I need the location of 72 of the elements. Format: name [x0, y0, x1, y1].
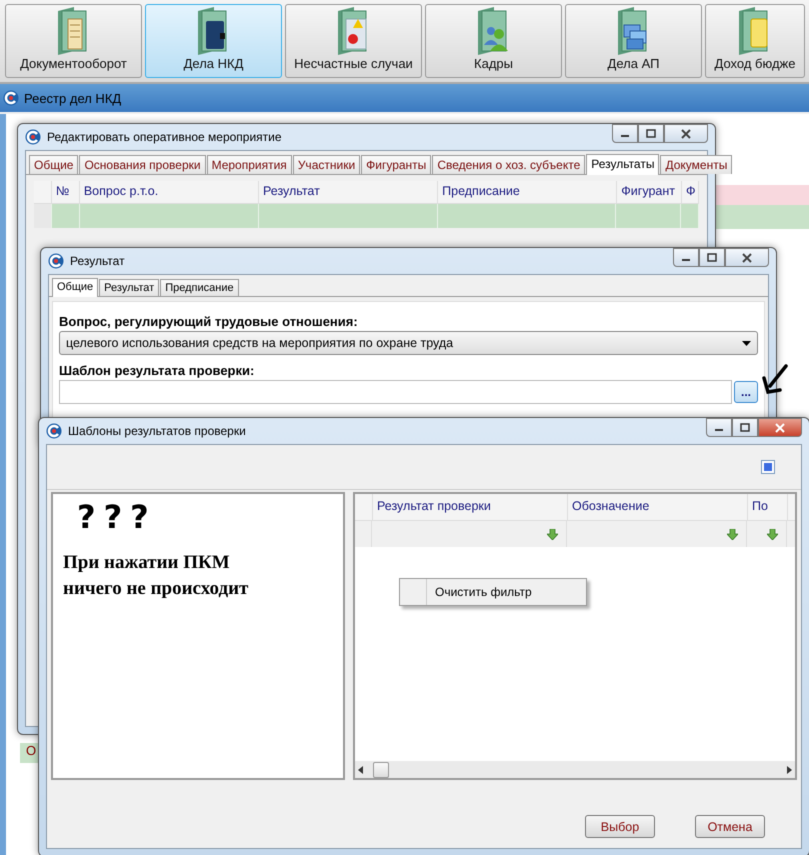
close-button[interactable] [664, 124, 708, 143]
column-header[interactable]: Предписание [438, 181, 618, 203]
dialog-button[interactable]: Выбор [585, 815, 655, 838]
tab[interactable]: Участники [292, 155, 360, 174]
field-label: Шаблон результата проверки: [59, 363, 256, 378]
column-header[interactable]: Результат проверки [373, 494, 568, 520]
tab[interactable]: Результат [99, 279, 160, 296]
close-icon [741, 252, 753, 262]
browse-button[interactable]: ... [734, 381, 758, 403]
tab[interactable]: Основания проверки [79, 155, 206, 174]
scroll-right-icon[interactable] [787, 766, 792, 774]
minimize-button[interactable] [612, 124, 638, 143]
window-title: Редактировать оперативное мероприятие [47, 130, 283, 144]
maximize-icon [706, 252, 718, 262]
maximize-icon [739, 422, 751, 432]
dialog-button[interactable]: Отмена [695, 815, 765, 838]
column-header[interactable]: По [748, 494, 788, 520]
question-marks: ??? [77, 498, 157, 536]
module-button[interactable]: Несчастные случаи [285, 4, 422, 78]
minimize-icon [682, 259, 690, 261]
logo-icon [48, 253, 64, 269]
window-title: Шаблоны результатов проверки [68, 424, 247, 438]
column-header[interactable]: Вопрос р.т.о. [80, 181, 259, 203]
square-icon[interactable] [761, 460, 775, 474]
tab[interactable]: Документы [660, 155, 732, 174]
tab[interactable]: Общие [52, 278, 98, 297]
minimize-button[interactable] [706, 418, 732, 437]
column-header[interactable]: Результат [258, 181, 438, 203]
tab[interactable]: Результаты [586, 154, 660, 175]
column-header[interactable]: Ф [682, 181, 699, 203]
tab[interactable]: Мероприятия [206, 155, 292, 174]
tab[interactable]: Сведения о хоз. субъекте [432, 155, 586, 174]
menu-item[interactable]: Очистить фильтр [427, 579, 586, 605]
minimize-icon [715, 429, 723, 431]
close-button[interactable] [758, 418, 802, 437]
maximize-button[interactable] [699, 248, 725, 267]
column-header[interactable]: Фигурант [617, 181, 682, 203]
note-text: ничего не происходит [63, 577, 248, 601]
arrow-down-icon[interactable] [547, 528, 558, 540]
scroll-thumb[interactable] [373, 762, 389, 778]
input-field[interactable] [59, 380, 732, 404]
minimize-icon [621, 135, 629, 137]
question-dropdown[interactable]: целевого использования средств на мероприятия по охране труда [59, 331, 758, 355]
window-title: Результат [70, 254, 126, 268]
column-header[interactable]: Обозначение [568, 494, 748, 520]
maximize-button[interactable] [638, 124, 664, 143]
close-icon [680, 128, 692, 138]
close-icon [774, 422, 786, 432]
tab[interactable]: Фигуранты [361, 155, 432, 174]
minimize-button[interactable] [673, 248, 699, 267]
module-button[interactable]: Документооборот [5, 4, 142, 78]
maximize-icon [645, 128, 657, 138]
field-label: Вопрос, регулирующий трудовые отношения: [59, 314, 359, 329]
arrow-down-icon[interactable] [727, 528, 738, 540]
column-header[interactable]: № [52, 181, 80, 203]
module-button[interactable]: Дела АП [565, 4, 702, 78]
scroll-left-icon[interactable] [358, 766, 363, 774]
horizontal-scrollbar[interactable] [355, 761, 795, 778]
tab[interactable]: Предписание [160, 279, 239, 296]
dropdown-icon [742, 340, 751, 346]
tab[interactable]: Общие [29, 155, 78, 174]
note-text: При нажатии ПКМ [63, 551, 230, 575]
module-button[interactable]: Дела НКД [145, 4, 282, 78]
logo-icon [25, 129, 41, 145]
logo-icon [46, 423, 62, 439]
close-button[interactable] [725, 248, 769, 267]
arrow-down-icon[interactable] [767, 528, 778, 540]
maximize-button[interactable] [732, 418, 758, 437]
module-button[interactable]: Кадры [425, 4, 562, 78]
window-title: Реестр дел НКД [24, 90, 122, 106]
module-button[interactable]: Доход бюдже [705, 4, 805, 78]
logo-icon [3, 90, 19, 106]
